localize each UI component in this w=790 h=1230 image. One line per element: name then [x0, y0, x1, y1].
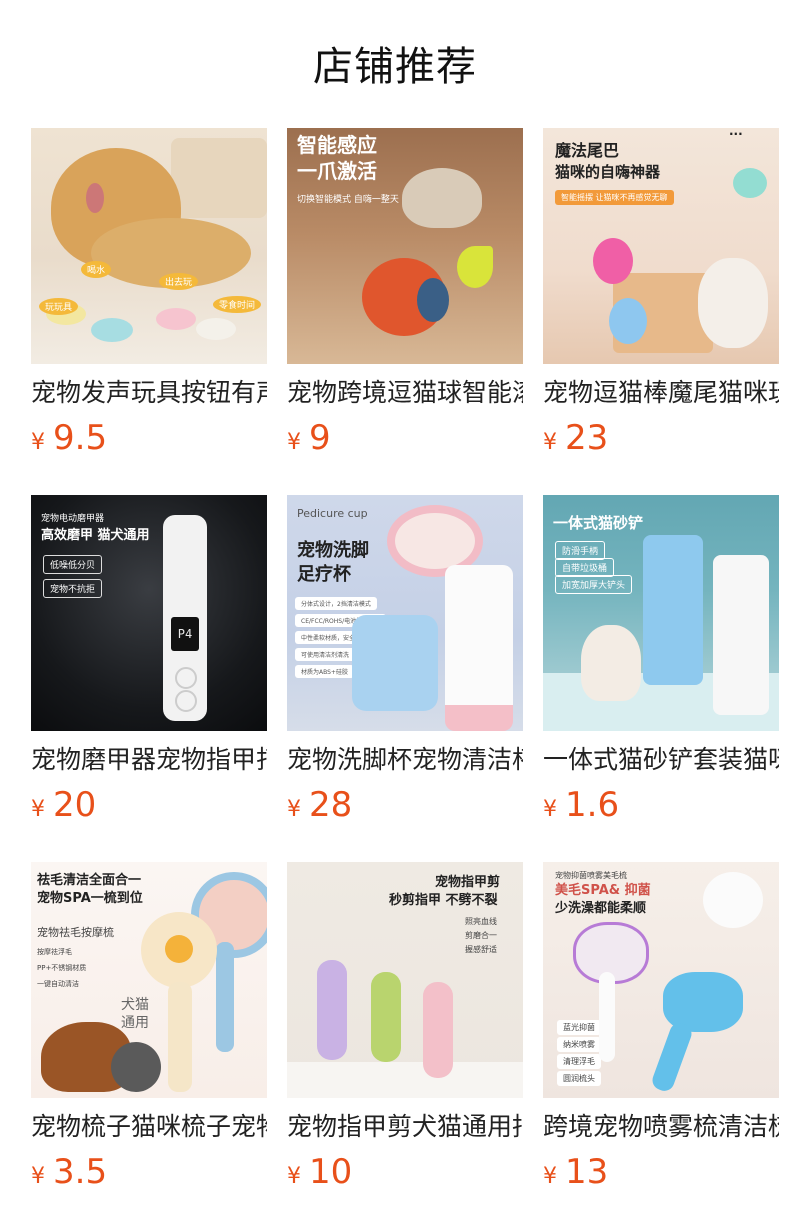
product-price: ¥9.5 [31, 418, 267, 464]
image-heading: 高效磨甲 猫犬通用 [41, 528, 150, 543]
feature-tag: 剪磨合一 [465, 931, 497, 940]
image-subtext: 智能摇摆 让猫咪不再感觉无聊 [555, 190, 674, 205]
currency-symbol: ¥ [543, 430, 557, 455]
image-heading: Pedicure cup [297, 507, 368, 520]
feature-tag: 可使用清洁剂清洗 [295, 648, 356, 661]
product-price: ¥10 [287, 1152, 523, 1198]
image-subtext: 宠物祛毛按摩梳 [37, 926, 114, 939]
product-card[interactable]: 宠物指甲剪 秒剪指甲 不劈不裂 照亮血线 剪磨合一 握感舒适 宠物指甲剪犬猫通用… [287, 862, 523, 1198]
paw-cup-image[interactable]: Pedicure cup 宠物洗脚 足疗杯 分体式设计，2挡清洁模式 CE/FC… [287, 495, 523, 731]
currency-symbol: ¥ [543, 797, 557, 822]
product-card[interactable]: 智能感应 一爪激活 切换智能模式 自嗨一整天 宠物跨境逗猫球智能滚动 ¥9 [287, 128, 523, 464]
price-value: 13 [565, 1152, 609, 1192]
price-value: 28 [309, 785, 353, 825]
feature-tag: 纳米喷雾 [557, 1037, 601, 1052]
price-value: 9 [309, 418, 331, 458]
price-value: 1.6 [565, 785, 620, 825]
product-name[interactable]: 宠物指甲剪犬猫通用指甲剪 [287, 1110, 523, 1144]
product-grid: 喝水 出去玩 玩玩具 零食时间 宠物发声玩具按钮有声 ¥9.5 智能感应 一爪激… [0, 0, 790, 1230]
price-value: 10 [309, 1152, 353, 1192]
image-heading: 宠物SPA一梳到位 [37, 891, 143, 906]
spray-comb-image[interactable]: 宠物抑菌喷雾美毛梳 美毛SPA& 抑菌 少洗澡都能柔顺 蓝光抑菌 纳米喷雾 清理… [543, 862, 779, 1098]
product-price: ¥13 [543, 1152, 779, 1198]
image-heading: 宠物抑菌喷雾美毛梳 [555, 871, 627, 880]
feature-tag: 清理浮毛 [557, 1054, 601, 1069]
feature-tag: 宠物不抗拒 [43, 579, 103, 598]
dog-with-buttons-image[interactable]: 喝水 出去玩 玩玩具 零食时间 [31, 128, 267, 364]
image-heading: 猫咪的自嗨神器 [555, 163, 661, 181]
feature-tag: 材质为ABS+硅胶 [295, 665, 354, 678]
feature-tag: 照亮血线 [465, 917, 497, 926]
feature-tag: 加宽加厚大铲头 [555, 575, 633, 594]
image-heading: 少洗澡都能柔顺 [555, 901, 647, 916]
tag-label: 出去玩 [159, 273, 199, 290]
device-display: P4 [171, 617, 199, 651]
cat-toy-ball-image[interactable]: 智能感应 一爪激活 切换智能模式 自嗨一整天 [287, 128, 523, 364]
product-card[interactable]: 祛毛清洁全面合一 宠物SPA一梳到位 宠物祛毛按摩梳 按摩祛浮毛 PP+不锈钢材… [31, 862, 267, 1198]
badge-text: 犬猫 [121, 997, 149, 1013]
product-name[interactable]: 跨境宠物喷雾梳清洁梳子 [543, 1110, 779, 1144]
product-price: ¥23 [543, 418, 779, 464]
product-card[interactable]: 一体式猫砂铲 防滑手柄 自带垃圾桶 加宽加厚大铲头 一体式猫砂铲套装猫咪用品 ¥… [543, 495, 779, 831]
badge-text: 通用 [121, 1015, 149, 1031]
pet-comb-image[interactable]: 祛毛清洁全面合一 宠物SPA一梳到位 宠物祛毛按摩梳 按摩祛浮毛 PP+不锈钢材… [31, 862, 267, 1098]
feature-tag: 一键自动清洁 [37, 980, 79, 988]
image-heading: 一爪激活 [297, 159, 377, 183]
product-name[interactable]: 宠物梳子猫咪梳子宠物用品 [31, 1110, 267, 1144]
image-heading: 智能感应 [297, 133, 377, 157]
feature-tag: PP+不锈钢材质 [37, 964, 87, 972]
image-heading: 宠物电动磨甲器 [41, 514, 105, 524]
price-value: 20 [53, 785, 97, 825]
price-value: 3.5 [53, 1152, 108, 1192]
product-card[interactable]: 宠物抑菌喷雾美毛梳 美毛SPA& 抑菌 少洗澡都能柔顺 蓝光抑菌 纳米喷雾 清理… [543, 862, 779, 1198]
currency-symbol: ¥ [287, 1164, 301, 1189]
currency-symbol: ¥ [287, 430, 301, 455]
product-name[interactable]: 一体式猫砂铲套装猫咪用品 [543, 743, 779, 777]
currency-symbol: ¥ [31, 797, 45, 822]
price-value: 9.5 [53, 418, 108, 458]
product-name[interactable]: 宠物跨境逗猫球智能滚动 [287, 376, 523, 410]
product-price: ¥20 [31, 785, 267, 831]
product-name[interactable]: 宠物磨甲器宠物指甲打磨器 [31, 743, 267, 777]
price-value: 23 [565, 418, 609, 458]
product-name[interactable]: 宠物发声玩具按钮有声 [31, 376, 267, 410]
feature-tag: 分体式设计，2挡清洁模式 [295, 597, 377, 610]
product-price: ¥9 [287, 418, 523, 464]
nail-grinder-image[interactable]: 宠物电动磨甲器 高效磨甲 猫犬通用 低噪低分贝 宠物不抗拒 P4 [31, 495, 267, 731]
feature-tag: 圆润梳头 [557, 1071, 601, 1086]
product-price: ¥3.5 [31, 1152, 267, 1198]
cat-tail-wand-image[interactable]: 魔法尾巴 猫咪的自嗨神器 智能摇摆 让猫咪不再感觉无聊 ··· [543, 128, 779, 364]
tag-label: 玩玩具 [39, 298, 79, 315]
currency-symbol: ¥ [31, 430, 45, 455]
product-card[interactable]: Pedicure cup 宠物洗脚 足疗杯 分体式设计，2挡清洁模式 CE/FC… [287, 495, 523, 831]
product-name[interactable]: 宠物逗猫棒魔尾猫咪玩具 [543, 376, 779, 410]
product-price: ¥28 [287, 785, 523, 831]
image-heading: 秒剪指甲 不劈不裂 [389, 893, 498, 908]
product-price: ¥1.6 [543, 785, 779, 831]
tag-label: 零食时间 [213, 296, 262, 313]
currency-symbol: ¥ [543, 1164, 557, 1189]
product-card[interactable]: 喝水 出去玩 玩玩具 零食时间 宠物发声玩具按钮有声 ¥9.5 [31, 128, 267, 464]
image-heading: 足疗杯 [297, 564, 351, 585]
image-heading: 一体式猫砂铲 [553, 514, 644, 532]
image-heading: 祛毛清洁全面合一 [37, 873, 142, 888]
feature-tag: 按摩祛浮毛 [37, 948, 72, 956]
feature-tag: 蓝光抑菌 [557, 1020, 601, 1035]
currency-symbol: ¥ [287, 797, 301, 822]
image-heading: 宠物洗脚 [297, 540, 369, 561]
image-heading: 美毛SPA& 抑菌 [555, 883, 651, 898]
image-heading: 宠物指甲剪 [435, 875, 501, 890]
feature-tag: 握感舒适 [465, 945, 497, 954]
image-heading: 魔法尾巴 [555, 141, 620, 160]
image-subtext: 切换智能模式 自嗨一整天 [297, 195, 399, 205]
more-icon[interactable]: ··· [729, 128, 743, 142]
feature-tag: 低噪低分贝 [43, 555, 103, 574]
currency-symbol: ¥ [31, 1164, 45, 1189]
product-card[interactable]: 魔法尾巴 猫咪的自嗨神器 智能摇摆 让猫咪不再感觉无聊 ··· 宠物逗猫棒魔尾猫… [543, 128, 779, 464]
product-name[interactable]: 宠物洗脚杯宠物清洁杯 [287, 743, 523, 777]
nail-clipper-image[interactable]: 宠物指甲剪 秒剪指甲 不劈不裂 照亮血线 剪磨合一 握感舒适 [287, 862, 523, 1098]
product-card[interactable]: 宠物电动磨甲器 高效磨甲 猫犬通用 低噪低分贝 宠物不抗拒 P4 宠物磨甲器宠物… [31, 495, 267, 831]
litter-scoop-image[interactable]: 一体式猫砂铲 防滑手柄 自带垃圾桶 加宽加厚大铲头 [543, 495, 779, 731]
tag-label: 喝水 [81, 261, 112, 278]
